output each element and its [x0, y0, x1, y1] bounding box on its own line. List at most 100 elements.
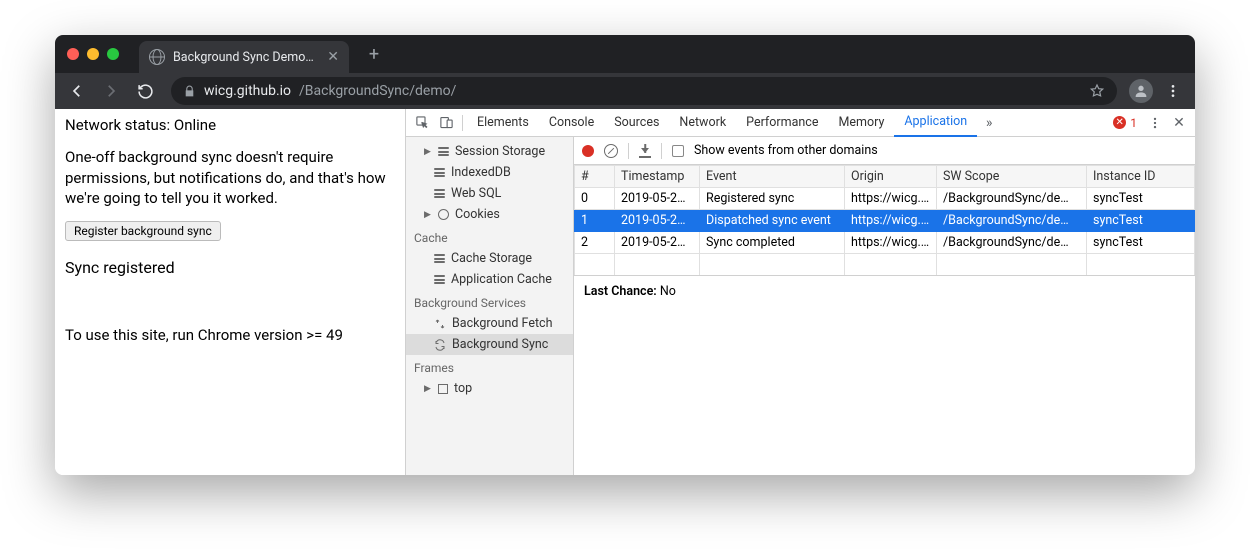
table-cell: Sync completed: [700, 232, 845, 254]
minimize-window-button[interactable]: [87, 48, 99, 60]
devtools-panel: Elements Console Sources Network Perform…: [405, 109, 1195, 475]
show-other-domains-checkbox[interactable]: [672, 145, 684, 157]
table-cell: syncTest: [1087, 188, 1195, 210]
devtools-tabstrip: Elements Console Sources Network Perform…: [406, 109, 1195, 137]
storage-icon: [438, 147, 449, 156]
more-tabs-icon[interactable]: »: [977, 111, 1001, 135]
forward-button[interactable]: [97, 77, 125, 105]
sync-registered-text: Sync registered: [65, 257, 395, 279]
sync-icon: [434, 339, 446, 351]
table-cell: /BackgroundSync/de…: [937, 232, 1087, 254]
col-sw-scope[interactable]: SW Scope: [937, 166, 1087, 188]
col-origin[interactable]: Origin: [845, 166, 937, 188]
table-cell: 2019-05-2…: [615, 232, 700, 254]
new-tab-button[interactable]: +: [361, 41, 387, 67]
clear-button[interactable]: [604, 144, 618, 158]
sidebar-group-frames: Frames: [406, 355, 573, 378]
cookie-icon: [438, 209, 449, 220]
show-other-domains-label: Show events from other domains: [694, 143, 878, 158]
sidebar-group-bg-services: Background Services: [406, 290, 573, 313]
storage-icon: [434, 189, 445, 198]
frame-icon: [438, 384, 448, 394]
details-value: No: [660, 284, 676, 299]
maximize-window-button[interactable]: [107, 48, 119, 60]
table-row: [575, 254, 1195, 276]
tab-performance[interactable]: Performance: [736, 109, 828, 137]
col-timestamp[interactable]: Timestamp: [615, 166, 700, 188]
table-row[interactable]: 22019-05-2…Sync completedhttps://wicg.…/…: [575, 232, 1195, 254]
tab-sources[interactable]: Sources: [604, 109, 669, 137]
table-cell: /BackgroundSync/de…: [937, 210, 1087, 232]
event-details: Last Chance: No: [574, 275, 1195, 307]
inspect-element-icon[interactable]: [410, 111, 434, 135]
table-cell: 0: [575, 188, 615, 210]
tab-elements[interactable]: Elements: [467, 109, 539, 137]
tab-title: Background Sync Demonstratio: [173, 50, 319, 65]
browser-tab[interactable]: Background Sync Demonstratio ✕: [139, 41, 349, 73]
back-button[interactable]: [63, 77, 91, 105]
close-tab-button[interactable]: ✕: [327, 50, 339, 64]
browser-menu-button[interactable]: [1159, 77, 1187, 105]
record-button[interactable]: [582, 145, 594, 157]
network-status-label: Network status:: [65, 116, 170, 134]
sidebar-item-websql[interactable]: Web SQL: [406, 183, 573, 204]
table-cell: https://wicg.…: [845, 232, 937, 254]
table-cell: https://wicg.…: [845, 210, 937, 232]
close-devtools-button[interactable]: ✕: [1167, 111, 1191, 135]
window-controls: [67, 48, 119, 60]
table-header-row: # Timestamp Event Origin SW Scope Instan…: [575, 166, 1195, 188]
error-count: 1: [1130, 116, 1137, 130]
url-path: /BackgroundSync/demo/: [299, 83, 456, 99]
table-cell: /BackgroundSync/de…: [937, 188, 1087, 210]
profile-avatar[interactable]: [1129, 79, 1153, 103]
content-area: Network status: Online One-off backgroun…: [55, 109, 1195, 475]
table-cell: 2019-05-2…: [615, 210, 700, 232]
network-status-value: Online: [174, 116, 216, 134]
sidebar-item-cookies[interactable]: ▶Cookies: [406, 204, 573, 225]
error-icon: ✕: [1113, 116, 1126, 129]
col-event[interactable]: Event: [700, 166, 845, 188]
lock-icon: [183, 85, 196, 98]
browser-toolbar: wicg.github.io/BackgroundSync/demo/: [55, 73, 1195, 109]
tab-memory[interactable]: Memory: [828, 109, 894, 137]
table-cell: 1: [575, 210, 615, 232]
tab-console[interactable]: Console: [539, 109, 604, 137]
devtools-body: ▶Session Storage IndexedDB Web SQL ▶Cook…: [406, 137, 1195, 475]
sidebar-group-cache: Cache: [406, 225, 573, 248]
col-instance-id[interactable]: Instance ID: [1087, 166, 1195, 188]
close-window-button[interactable]: [67, 48, 79, 60]
fetch-icon: [434, 318, 446, 330]
table-row[interactable]: 02019-05-2…Registered synchttps://wicg.……: [575, 188, 1195, 210]
page-description: One-off background sync doesn't require …: [65, 147, 395, 208]
table-cell: syncTest: [1087, 232, 1195, 254]
devtools-menu-icon[interactable]: [1143, 111, 1167, 135]
globe-icon: [149, 49, 165, 65]
application-main: Show events from other domains # Timesta…: [574, 137, 1195, 475]
sidebar-item-background-sync[interactable]: Background Sync: [406, 334, 573, 355]
register-sync-button[interactable]: Register background sync: [65, 221, 221, 241]
device-toolbar-icon[interactable]: [434, 111, 458, 135]
tab-network[interactable]: Network: [669, 109, 736, 137]
sidebar-item-session-storage[interactable]: ▶Session Storage: [406, 141, 573, 162]
sidebar-item-background-fetch[interactable]: Background Fetch: [406, 313, 573, 334]
sidebar-item-indexeddb[interactable]: IndexedDB: [406, 162, 573, 183]
sidebar-item-frame-top[interactable]: ▶top: [406, 378, 573, 399]
sidebar-item-cache-storage[interactable]: Cache Storage: [406, 248, 573, 269]
download-button[interactable]: [639, 144, 651, 158]
tab-application[interactable]: Application: [894, 109, 977, 137]
storage-icon: [434, 254, 445, 263]
sidebar-item-application-cache[interactable]: Application Cache: [406, 269, 573, 290]
storage-icon: [434, 168, 445, 177]
col-index[interactable]: #: [575, 166, 615, 188]
bookmark-star-icon[interactable]: [1089, 83, 1105, 99]
details-label: Last Chance:: [584, 284, 657, 299]
address-bar[interactable]: wicg.github.io/BackgroundSync/demo/: [171, 77, 1117, 105]
error-indicator[interactable]: ✕ 1: [1107, 116, 1143, 130]
table-cell: syncTest: [1087, 210, 1195, 232]
table-row[interactable]: 12019-05-2…Dispatched sync eventhttps://…: [575, 210, 1195, 232]
table-cell: Registered sync: [700, 188, 845, 210]
browser-window: Background Sync Demonstratio ✕ + wicg.gi…: [55, 35, 1195, 475]
table-cell: https://wicg.…: [845, 188, 937, 210]
reload-button[interactable]: [131, 77, 159, 105]
table-cell: Dispatched sync event: [700, 210, 845, 232]
